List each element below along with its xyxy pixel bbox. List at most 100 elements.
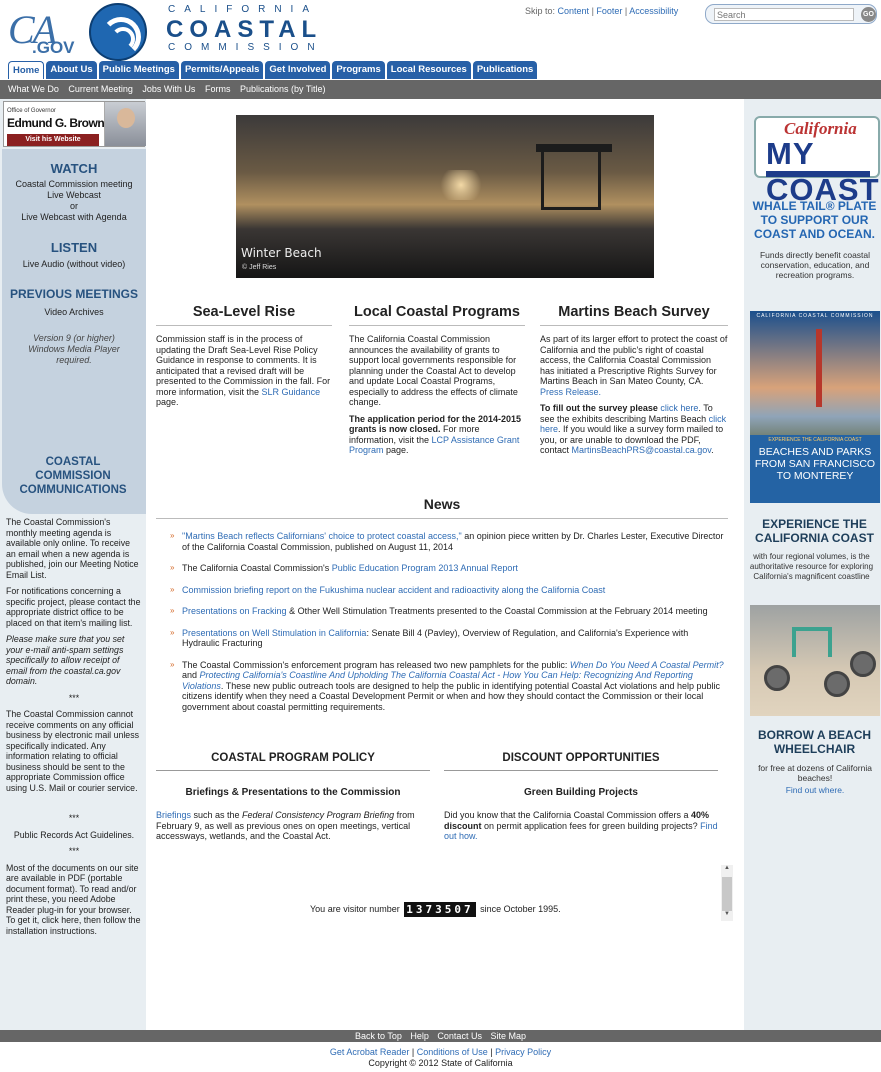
- news-link[interactable]: When Do You Need A Coastal Permit?: [570, 660, 724, 670]
- subnav-what-we-do[interactable]: What We Do: [8, 84, 59, 94]
- governor-banner[interactable]: Office of Governor Edmund G. Brown Jr. V…: [3, 101, 146, 147]
- list-item: » The California Coastal Commission's Pub…: [156, 563, 728, 574]
- martins-beach-column: Martins Beach Survey As part of its larg…: [540, 304, 728, 462]
- tab-publications[interactable]: Publications: [472, 61, 538, 79]
- lcp-title: Local Coastal Programs: [349, 304, 525, 326]
- news-link[interactable]: Commission briefing report on the Fukush…: [182, 585, 605, 595]
- site-map-link[interactable]: Site Map: [490, 1031, 526, 1041]
- live-webcast-agenda-link[interactable]: Live Webcast with Agenda: [2, 212, 146, 223]
- scrollbar-thumb[interactable]: [722, 877, 732, 911]
- scroll-up-icon[interactable]: ▲: [724, 865, 730, 871]
- find-out-where-link[interactable]: Find out where.: [750, 785, 880, 795]
- press-release-link[interactable]: Press Release.: [540, 387, 601, 397]
- hero-image[interactable]: Winter Beach © Jeff Ries: [236, 115, 654, 278]
- tab-permits-appeals[interactable]: Permits/Appeals: [180, 61, 264, 79]
- search-go-button[interactable]: GO: [861, 7, 876, 22]
- lcp-closed: The application period for the 2014-2015…: [349, 413, 522, 435]
- news-section: News » "Martins Beach reflects California…: [156, 496, 728, 723]
- hero-credit: © Jeff Ries: [242, 264, 277, 271]
- beach-wheelchair-image[interactable]: [750, 605, 880, 716]
- visit-website-button[interactable]: Visit his Website: [7, 134, 99, 146]
- visitor-counter: You are visitor number 1373507 since Oct…: [310, 902, 561, 917]
- skip-links: Skip to: Content | Footer | Accessibilit…: [525, 6, 679, 16]
- tab-home[interactable]: Home: [8, 61, 45, 79]
- news-link[interactable]: Presentations on Fracking: [182, 606, 287, 616]
- wheelchair-icon: [792, 627, 832, 657]
- live-audio-link[interactable]: Live Audio (without video): [2, 259, 146, 270]
- copyright: Copyright © 2012 State of California: [368, 1058, 513, 1068]
- scroll-down-icon[interactable]: ▼: [724, 911, 730, 917]
- news-text: . These new public outreach tools are de…: [182, 680, 721, 712]
- news-text: The California Coastal Commission's: [182, 563, 332, 573]
- accessibility-link[interactable]: Accessibility: [629, 6, 678, 16]
- arrow-icon: »: [170, 627, 175, 637]
- conditions-of-use-link[interactable]: Conditions of Use: [417, 1047, 488, 1057]
- list-item: » Presentations on Fracking & Other Well …: [156, 606, 728, 617]
- separator-stars: ***: [68, 846, 80, 856]
- arrow-icon: »: [170, 584, 175, 594]
- news-link[interactable]: "Martins Beach reflects Californians' ch…: [182, 531, 462, 541]
- visitor-pre: You are visitor number: [310, 903, 400, 914]
- subnav-current-meeting[interactable]: Current Meeting: [68, 84, 133, 94]
- tab-programs[interactable]: Programs: [332, 61, 385, 79]
- search-box: GO: [705, 4, 877, 24]
- scrollbar[interactable]: ▲ ▼: [721, 865, 733, 921]
- governor-name: Edmund G. Brown Jr.: [7, 116, 120, 130]
- watch-line1: Coastal Commission meeting: [15, 179, 133, 189]
- list-item: » Commission briefing report on the Fukus…: [156, 585, 728, 596]
- communications-heading: COASTAL COMMISSION COMMUNICATIONS: [19, 456, 127, 496]
- briefings-link[interactable]: Briefings: [156, 810, 191, 820]
- acrobat-reader-link[interactable]: Get Acrobat Reader: [330, 1047, 410, 1057]
- news-link[interactable]: Public Education Program 2013 Annual Rep…: [332, 563, 518, 573]
- live-webcast-link[interactable]: Live Webcast: [2, 190, 146, 201]
- separator-stars: ***: [68, 813, 80, 823]
- sea-level-rise-title: Sea-Level Rise: [156, 304, 332, 326]
- previous-meetings-heading: PREVIOUS MEETINGS: [9, 287, 139, 301]
- listen-heading: LISTEN: [50, 240, 98, 255]
- communications-p3: Please make sure that you set your e-mai…: [6, 634, 125, 686]
- arrow-icon: »: [170, 563, 175, 572]
- news-text: and: [182, 670, 200, 680]
- whale-tail-plate-image[interactable]: California MY COAST: [754, 116, 880, 207]
- video-archives-link[interactable]: Video Archives: [2, 307, 146, 318]
- search-input[interactable]: [714, 8, 854, 21]
- news-link[interactable]: Presentations on Well Stimulation in Cal…: [182, 628, 366, 638]
- subnav-forms[interactable]: Forms: [205, 84, 231, 94]
- borrow-wheelchair-heading[interactable]: BORROW A BEACH WHEELCHAIR: [748, 728, 881, 756]
- tab-about-us[interactable]: About Us: [46, 61, 97, 79]
- public-records-link[interactable]: Public Records Act Guidelines.: [6, 830, 142, 841]
- news-text: & Other Well Stimulation Treatments pres…: [286, 606, 708, 616]
- contact-us-link[interactable]: Contact Us: [437, 1031, 482, 1041]
- slr-guidance-link[interactable]: SLR Guidance: [262, 387, 321, 397]
- ca-gov-logo-gov: .GOV: [32, 38, 75, 57]
- local-coastal-programs-column: Local Coastal Programs The California Co…: [349, 304, 525, 462]
- martins-beach-title: Martins Beach Survey: [540, 304, 728, 326]
- main-nav-tabs: Home About Us Public Meetings Permits/Ap…: [8, 61, 538, 79]
- subnav-publications-by-title[interactable]: Publications (by Title): [240, 84, 326, 94]
- footer-legal: Get Acrobat Reader | Conditions of Use |…: [0, 1047, 881, 1069]
- governor-office-label: Office of Governor: [7, 108, 56, 114]
- tab-public-meetings[interactable]: Public Meetings: [98, 61, 179, 79]
- bridge-book-title: BEACHES AND PARKS FROM SAN FRANCISCO TO …: [754, 446, 876, 482]
- beaches-parks-book-image[interactable]: CALIFORNIA COASTAL COMMISSION EXPERIENCE…: [750, 311, 880, 503]
- experience-heading[interactable]: EXPERIENCE THE CALIFORNIA COAST: [748, 517, 881, 545]
- mbs-bold: To fill out the survey please: [540, 403, 661, 413]
- arrow-icon: »: [170, 606, 175, 615]
- martins-email-link[interactable]: MartinsBeachPRS@coastal.ca.gov: [572, 445, 712, 455]
- privacy-policy-link[interactable]: Privacy Policy: [495, 1047, 551, 1057]
- watch-heading: WATCH: [50, 161, 98, 176]
- ca-gov-logo[interactable]: CA .GOV: [6, 6, 88, 58]
- pdf-note: Most of the documents on our site are av…: [6, 862, 141, 936]
- help-link[interactable]: Help: [410, 1031, 429, 1041]
- tab-get-involved[interactable]: Get Involved: [265, 61, 331, 79]
- coastal-commission-wave-logo[interactable]: [89, 3, 147, 61]
- back-to-top-link[interactable]: Back to Top: [355, 1031, 402, 1041]
- policy-text1: such as the: [191, 810, 243, 820]
- tab-local-resources[interactable]: Local Resources: [386, 61, 471, 79]
- skip-footer-link[interactable]: Footer: [596, 6, 622, 16]
- whale-tail-heading[interactable]: WHALE TAIL® PLATE TO SUPPORT OUR COAST A…: [748, 199, 881, 241]
- skip-content-link[interactable]: Content: [558, 6, 590, 16]
- subnav-jobs[interactable]: Jobs With Us: [142, 84, 195, 94]
- survey-click-here-link[interactable]: click here: [660, 403, 698, 413]
- main-content: Winter Beach © Jeff Ries Sea-Level Rise …: [146, 99, 744, 1030]
